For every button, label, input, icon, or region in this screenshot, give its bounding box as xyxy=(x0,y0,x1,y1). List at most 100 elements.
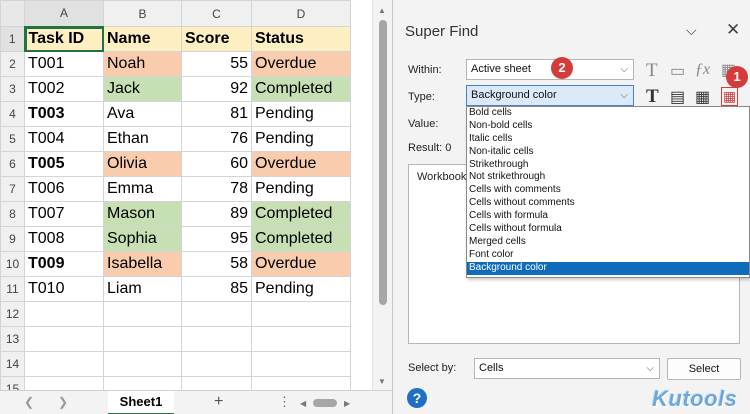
select-all-corner[interactable] xyxy=(0,0,25,27)
score-cell[interactable]: 89 xyxy=(181,201,252,227)
row-header[interactable]: 5 xyxy=(0,126,25,152)
column-header-c[interactable]: C xyxy=(181,0,252,27)
name-cell[interactable]: Isabella xyxy=(103,251,182,277)
row-header[interactable]: 10 xyxy=(0,251,25,277)
close-icon[interactable]: ✕ xyxy=(726,20,740,40)
dropdown-option[interactable]: Non-bold cells xyxy=(467,120,749,133)
header-cell[interactable]: Status xyxy=(251,26,351,52)
task-id-cell[interactable]: T007 xyxy=(24,201,104,227)
name-cell[interactable]: Liam xyxy=(103,276,182,302)
score-cell[interactable]: 95 xyxy=(181,226,252,252)
select-by-select[interactable]: Cells ⌵ xyxy=(474,358,660,379)
row-header[interactable]: 12 xyxy=(0,301,25,327)
empty-cell[interactable] xyxy=(251,301,351,327)
dropdown-option[interactable]: Cells without comments xyxy=(467,197,749,210)
score-cell[interactable]: 78 xyxy=(181,176,252,202)
empty-cell[interactable] xyxy=(181,301,252,327)
comment-icon[interactable]: ▭ xyxy=(670,61,685,81)
tab-sheet1[interactable]: Sheet1 xyxy=(108,391,174,414)
score-cell[interactable]: 58 xyxy=(181,251,252,277)
row-header[interactable]: 2 xyxy=(0,51,25,77)
fill-color-icon[interactable]: ▦ xyxy=(721,87,739,106)
name-cell[interactable]: Jack xyxy=(103,76,182,102)
name-cell[interactable]: Sophia xyxy=(103,226,182,252)
formula-icon[interactable]: ƒx xyxy=(695,61,710,79)
name-cell[interactable]: Emma xyxy=(103,176,182,202)
row-header[interactable]: 9 xyxy=(0,226,25,252)
empty-cell[interactable] xyxy=(251,351,351,377)
status-cell[interactable]: Completed xyxy=(251,76,351,102)
result-tree-root[interactable]: Workbook xyxy=(417,171,466,183)
status-cell[interactable]: Pending xyxy=(251,176,351,202)
score-cell[interactable]: 55 xyxy=(181,51,252,77)
row-header[interactable]: 4 xyxy=(0,101,25,127)
task-id-cell[interactable]: T002 xyxy=(24,76,104,102)
status-cell[interactable]: Overdue xyxy=(251,151,351,177)
hscroll-left-icon[interactable]: ◀ xyxy=(300,399,306,408)
empty-cell[interactable] xyxy=(24,301,104,327)
task-id-cell[interactable]: T004 xyxy=(24,126,104,152)
help-icon[interactable]: ? xyxy=(407,388,427,408)
score-cell[interactable]: 81 xyxy=(181,101,252,127)
name-cell[interactable]: Noah xyxy=(103,51,182,77)
hscroll-thumb[interactable] xyxy=(313,399,337,407)
dropdown-option[interactable]: Font color xyxy=(467,249,749,262)
name-cell[interactable]: Ava xyxy=(103,101,182,127)
status-cell[interactable]: Overdue xyxy=(251,51,351,77)
tab-next-icon[interactable]: ❯ xyxy=(58,395,68,409)
add-sheet-icon[interactable]: + xyxy=(214,393,223,411)
text-icon[interactable]: T xyxy=(646,60,658,82)
task-id-cell[interactable]: T001 xyxy=(24,51,104,77)
dropdown-option[interactable]: Strikethrough xyxy=(467,159,749,172)
dropdown-option[interactable]: Non-italic cells xyxy=(467,146,749,159)
empty-cell[interactable] xyxy=(181,351,252,377)
row-header[interactable]: 14 xyxy=(0,351,25,377)
type-select[interactable]: Background color ⌵ xyxy=(466,85,634,106)
task-id-cell[interactable]: T003 xyxy=(24,101,104,127)
bold-text-icon[interactable]: T xyxy=(646,86,659,108)
empty-cell[interactable] xyxy=(24,351,104,377)
vertical-scrollbar[interactable]: ▲ ▼ xyxy=(372,0,392,390)
empty-cell[interactable] xyxy=(181,326,252,352)
empty-cell[interactable] xyxy=(251,326,351,352)
name-cell[interactable]: Olivia xyxy=(103,151,182,177)
dropdown-option[interactable]: Not strikethrough xyxy=(467,171,749,184)
name-cell[interactable]: Mason xyxy=(103,201,182,227)
score-cell[interactable]: 60 xyxy=(181,151,252,177)
scroll-thumb[interactable] xyxy=(379,20,387,305)
type-dropdown-list[interactable]: Bold cells Non-bold cells Italic cells Non-… xyxy=(466,106,750,278)
task-id-cell[interactable]: T009 xyxy=(24,251,104,277)
row-header[interactable]: 13 xyxy=(0,326,25,352)
column-header-b[interactable]: B xyxy=(103,0,182,27)
header-cell[interactable]: Task ID xyxy=(24,26,104,52)
row-header[interactable]: 6 xyxy=(0,151,25,177)
within-select[interactable]: Active sheet ⌵ xyxy=(466,59,634,80)
column-header-a[interactable]: A xyxy=(24,0,104,28)
task-id-cell[interactable]: T008 xyxy=(24,226,104,252)
row-header[interactable]: 7 xyxy=(0,176,25,202)
chevron-down-icon[interactable]: ⌵ xyxy=(686,22,697,39)
hscroll-right-icon[interactable]: ▶ xyxy=(344,399,350,408)
score-cell[interactable]: 85 xyxy=(181,276,252,302)
row-header[interactable]: 3 xyxy=(0,76,25,102)
score-cell[interactable]: 76 xyxy=(181,126,252,152)
row-header[interactable]: 1 xyxy=(0,26,26,52)
dropdown-option[interactable]: Merged cells xyxy=(467,236,749,249)
status-cell[interactable]: Overdue xyxy=(251,251,351,277)
scroll-up-icon[interactable]: ▲ xyxy=(378,6,386,15)
task-id-cell[interactable]: T010 xyxy=(24,276,104,302)
dropdown-option[interactable]: Bold cells xyxy=(467,107,749,120)
dropdown-option[interactable]: Cells with formula xyxy=(467,210,749,223)
more-options-icon[interactable]: ⋮ xyxy=(278,394,291,410)
task-id-cell[interactable]: T006 xyxy=(24,176,104,202)
name-cell[interactable]: Ethan xyxy=(103,126,182,152)
select-button[interactable]: Select xyxy=(667,358,741,380)
row-header[interactable]: 11 xyxy=(0,276,25,302)
status-cell[interactable]: Completed xyxy=(251,226,351,252)
calculator-icon[interactable]: ▤ xyxy=(670,87,685,107)
calendar-icon[interactable]: ▦ xyxy=(695,87,710,107)
status-cell[interactable]: Pending xyxy=(251,276,351,302)
empty-cell[interactable] xyxy=(103,326,182,352)
dropdown-option[interactable]: Italic cells xyxy=(467,133,749,146)
dropdown-option[interactable]: Background color xyxy=(467,261,749,275)
